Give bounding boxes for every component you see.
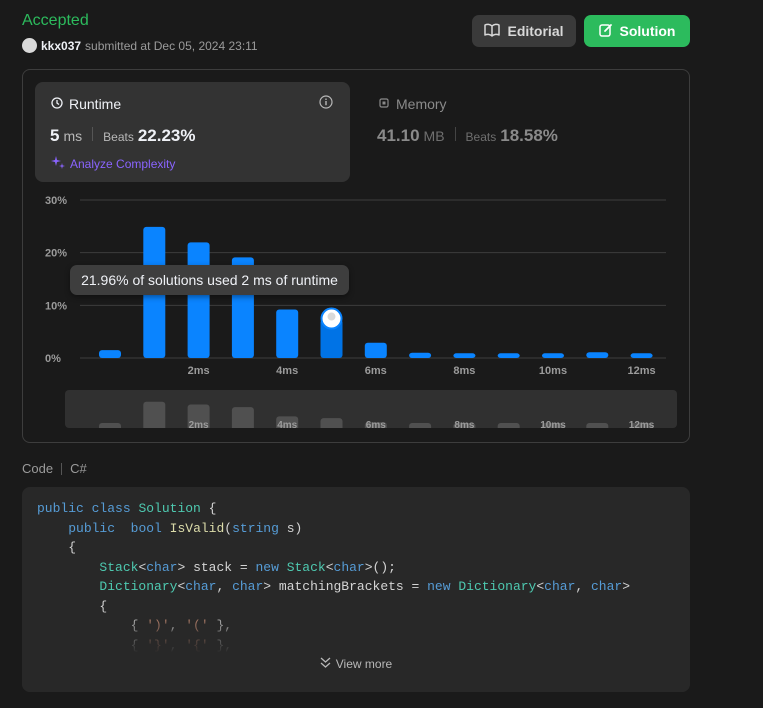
code-line: { xyxy=(37,540,77,555)
chart-bar[interactable] xyxy=(497,353,520,358)
view-more-button[interactable]: View more xyxy=(22,657,690,671)
navigator-bar xyxy=(497,423,520,428)
navigator-bar xyxy=(586,423,609,428)
y-tick-label: 0% xyxy=(45,353,61,365)
code-fade-overlay xyxy=(22,607,690,692)
y-tick-label: 20% xyxy=(45,248,67,260)
navigator-tick-label: 4ms xyxy=(277,420,297,428)
x-tick-label: 2ms xyxy=(188,365,210,377)
navigator-bar xyxy=(231,407,254,428)
navigator-bar xyxy=(99,423,121,428)
chart-bar[interactable] xyxy=(99,350,121,358)
chart-bar[interactable] xyxy=(276,309,299,358)
navigator-tick-label: 10ms xyxy=(540,420,566,428)
navigator-bar xyxy=(320,418,343,428)
chart-tooltip: 21.96% of solutions used 2 ms of runtime xyxy=(70,265,349,295)
navigator-bar xyxy=(409,423,432,428)
chart-bar[interactable] xyxy=(409,352,432,358)
y-tick-label: 10% xyxy=(45,300,67,312)
navigator-preview: 2ms 4ms 6ms 8ms 10ms 12ms xyxy=(99,401,655,428)
x-tick-label: 8ms xyxy=(453,365,475,377)
y-tick-label: 30% xyxy=(45,195,67,207)
navigator-tick-label: 12ms xyxy=(629,420,655,428)
navigator-bar xyxy=(143,401,166,428)
marker-head-icon xyxy=(327,312,336,321)
view-more-label: View more xyxy=(335,657,393,671)
navigator-tick-label: 8ms xyxy=(454,420,474,428)
x-tick-label: 6ms xyxy=(365,365,387,377)
divider xyxy=(61,462,63,475)
chart-bar[interactable] xyxy=(630,353,653,358)
navigator-tick-label: 6ms xyxy=(366,420,386,428)
x-tick-label: 4ms xyxy=(276,365,298,377)
code-label: Code xyxy=(22,461,54,476)
code-header: Code C# xyxy=(22,461,87,476)
chart-bar[interactable] xyxy=(364,342,387,358)
x-tick-label: 12ms xyxy=(628,365,656,377)
code-block[interactable]: public class Solution { public bool IsVa… xyxy=(22,487,690,692)
chart-bar[interactable] xyxy=(187,242,210,358)
chart-range-navigator[interactable]: 2ms 4ms 6ms 8ms 10ms 12ms xyxy=(65,390,677,428)
chart-bar[interactable] xyxy=(453,353,476,358)
x-tick-label: 10ms xyxy=(539,365,567,377)
navigator-tick-label: 2ms xyxy=(189,420,209,428)
code-line: Dictionary<char, char> matchingBrackets … xyxy=(99,579,631,594)
code-language: C# xyxy=(70,461,87,476)
code-line: Stack<char> stack = new Stack<char>(); xyxy=(99,559,396,575)
chart-bar[interactable] xyxy=(586,352,609,358)
runtime-distribution-chart[interactable]: 30% 20% 10% 0% 2ms 4ms 6ms 8ms 10ms 12ms xyxy=(0,0,763,440)
chevron-down-icon xyxy=(320,657,331,671)
code-line: public bool IsValid(string s) xyxy=(68,520,303,536)
chart-bar[interactable] xyxy=(542,353,564,358)
code-line: public class Solution { xyxy=(37,501,217,516)
